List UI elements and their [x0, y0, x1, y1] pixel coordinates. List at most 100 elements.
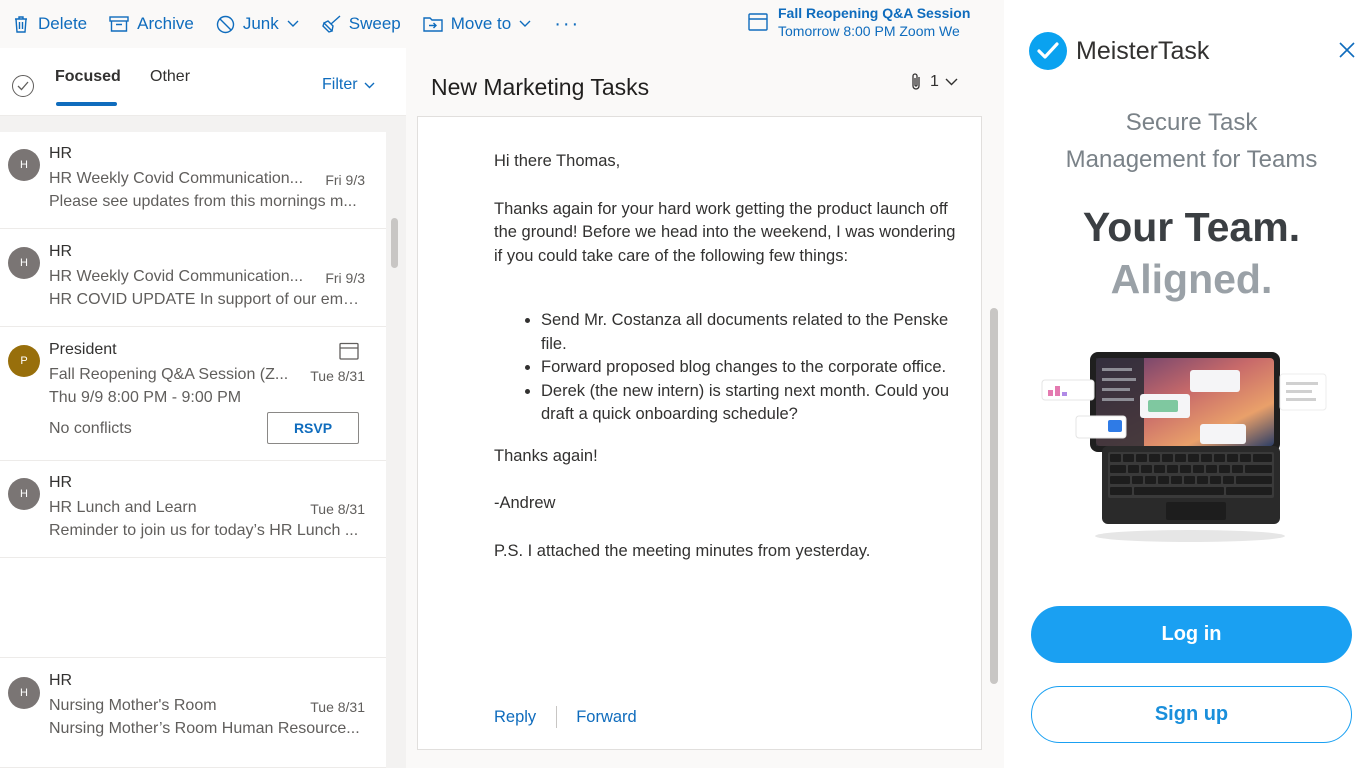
avatar: H: [8, 247, 40, 279]
forward-link[interactable]: Forward: [576, 708, 637, 727]
chevron-down-icon: [364, 82, 375, 88]
select-all-checkbox[interactable]: [12, 75, 34, 97]
inbox-pivot: Focused Other Filter: [0, 48, 406, 116]
preview: HR COVID UPDATE In support of our emp...: [49, 291, 365, 308]
subject: Fall Reopening Q&A Session (Z...: [49, 366, 289, 383]
subject: HR Lunch and Learn: [49, 499, 197, 516]
hero-line: Your Team.: [1082, 204, 1301, 250]
conflicts-status: No conflicts: [49, 420, 132, 437]
calendar-icon: [748, 13, 768, 31]
list-item[interactable]: H HR HR Lunch and Learn Tue 8/31 Reminde…: [0, 461, 386, 558]
attachment-count: 1: [930, 73, 939, 90]
reply-link[interactable]: Reply: [494, 708, 536, 727]
date: Tue 8/31: [310, 699, 365, 715]
list-item[interactable]: H HR HR Weekly Covid Communication... Fr…: [0, 132, 386, 229]
event-title: Fall Reopening Q&A Session: [778, 5, 971, 21]
calendar-icon: [339, 342, 359, 360]
preview: Please see updates from this mornings m.…: [49, 193, 357, 210]
avatar: P: [8, 345, 40, 377]
greeting: Hi there Thomas,: [494, 152, 621, 170]
filter-button[interactable]: Filter: [322, 76, 375, 94]
hero-tagline: Your Team. Aligned.: [1004, 201, 1366, 305]
event-time: Tomorrow 8:00 PM Zoom We: [778, 23, 960, 39]
message-list-pane: Focused Other Filter H HR HR Weekly Covi…: [0, 48, 406, 768]
archive-button[interactable]: Archive: [98, 0, 205, 48]
more-actions-button[interactable]: ···: [542, 13, 592, 36]
sweep-label: Sweep: [348, 14, 401, 33]
heading-line: Secure Task: [1125, 109, 1258, 136]
hero-line: Aligned.: [1110, 256, 1273, 302]
avatar: H: [8, 149, 40, 181]
sender-name: HR: [49, 243, 73, 260]
junk-button[interactable]: Junk: [205, 0, 310, 48]
preview: Nursing Mother’s Room Human Resource...: [49, 720, 360, 737]
chevron-down-icon: [519, 20, 531, 27]
broom-icon: [321, 15, 341, 33]
date: Tue 8/31: [310, 368, 365, 384]
avatar: H: [8, 677, 40, 709]
junk-label: Junk: [242, 14, 279, 33]
message-subject: New Marketing Tasks: [431, 74, 650, 100]
message-actions: Reply Forward: [494, 706, 637, 728]
list-item[interactable]: H HR Nursing Mother's Room Tue 8/31 Nurs…: [0, 657, 386, 768]
move-to-label: Move to: [450, 14, 512, 33]
task-list: Send Mr. Costanza all documents related …: [494, 309, 956, 427]
signature: -Andrew: [494, 494, 556, 512]
date: Tue 8/31: [310, 501, 365, 517]
task-item: Send Mr. Costanza all documents related …: [541, 309, 956, 356]
move-to-button[interactable]: Move to: [412, 0, 542, 48]
chevron-down-icon: [945, 78, 958, 86]
attachments-button[interactable]: 1: [910, 72, 958, 92]
delete-button[interactable]: Delete: [0, 0, 98, 48]
message-body: Hi there Thomas, Thanks again for your h…: [494, 150, 956, 563]
meeting-time: Thu 9/9 8:00 PM - 9:00 PM: [49, 389, 242, 406]
avatar: H: [8, 478, 40, 510]
chevron-down-icon: [287, 20, 299, 27]
close-icon[interactable]: [1337, 40, 1357, 60]
subject: HR Weekly Covid Communication...: [49, 170, 304, 187]
archive-icon: [109, 16, 129, 32]
message-card: Hi there Thomas, Thanks again for your h…: [417, 116, 982, 750]
signup-button[interactable]: Sign up: [1031, 686, 1352, 743]
date: Fri 9/3: [325, 172, 365, 188]
sweep-button[interactable]: Sweep: [310, 0, 412, 48]
rsvp-button[interactable]: RSVP: [267, 412, 359, 444]
delete-label: Delete: [38, 14, 88, 33]
trash-icon: [15, 15, 27, 33]
sender-name: HR: [49, 474, 73, 491]
list-scrollbar[interactable]: [391, 218, 398, 268]
postscript: P.S. I attached the meeting minutes from…: [494, 541, 871, 560]
heading-line: Management for Teams: [1065, 146, 1318, 173]
sender-name: HR: [49, 672, 73, 689]
folder-move-icon: [423, 17, 443, 32]
task-item: Derek (the new intern) is starting next …: [541, 380, 956, 427]
meistertask-addin-pane: MeisterTask Secure Task Management for T…: [1004, 0, 1366, 768]
reading-scrollbar[interactable]: [990, 308, 998, 684]
subject: Nursing Mother's Room: [49, 697, 217, 714]
preview: Reminder to join us for today’s HR Lunch…: [49, 522, 359, 539]
tablet-illustration-icon: [1041, 352, 1327, 542]
addin-heading: Secure Task Management for Teams: [1004, 104, 1366, 178]
paperclip-icon: [912, 73, 920, 90]
list-item[interactable]: H HR HR Weekly Covid Communication... Fr…: [0, 229, 386, 327]
divider: [556, 706, 558, 728]
block-icon: [216, 15, 235, 33]
upcoming-event-reminder[interactable]: Fall Reopening Q&A Session Tomorrow 8:00…: [748, 4, 970, 40]
body-paragraph: Thanks again for your hard work getting …: [494, 199, 956, 265]
tab-other[interactable]: Other: [150, 68, 190, 86]
brand-name: MeisterTask: [1076, 37, 1210, 65]
meistertask-logo-icon: [1029, 32, 1067, 70]
reading-pane: New Marketing Tasks 1 Hi there Thomas, T…: [406, 48, 1004, 768]
list-item-meeting-invite[interactable]: P President Fall Reopening Q&A Session (…: [0, 327, 386, 461]
active-tab-indicator: [56, 102, 117, 106]
closing: Thanks again!: [494, 446, 598, 465]
message-list: H HR HR Weekly Covid Communication... Fr…: [0, 132, 386, 768]
checkmark-icon: [17, 81, 29, 91]
date: Fri 9/3: [325, 270, 365, 286]
filter-label: Filter: [322, 76, 358, 93]
login-button[interactable]: Log in: [1031, 606, 1352, 663]
sender-name: President: [49, 341, 117, 358]
tab-focused[interactable]: Focused: [55, 68, 121, 86]
task-item: Forward proposed blog changes to the cor…: [541, 356, 956, 380]
archive-label: Archive: [137, 14, 194, 33]
